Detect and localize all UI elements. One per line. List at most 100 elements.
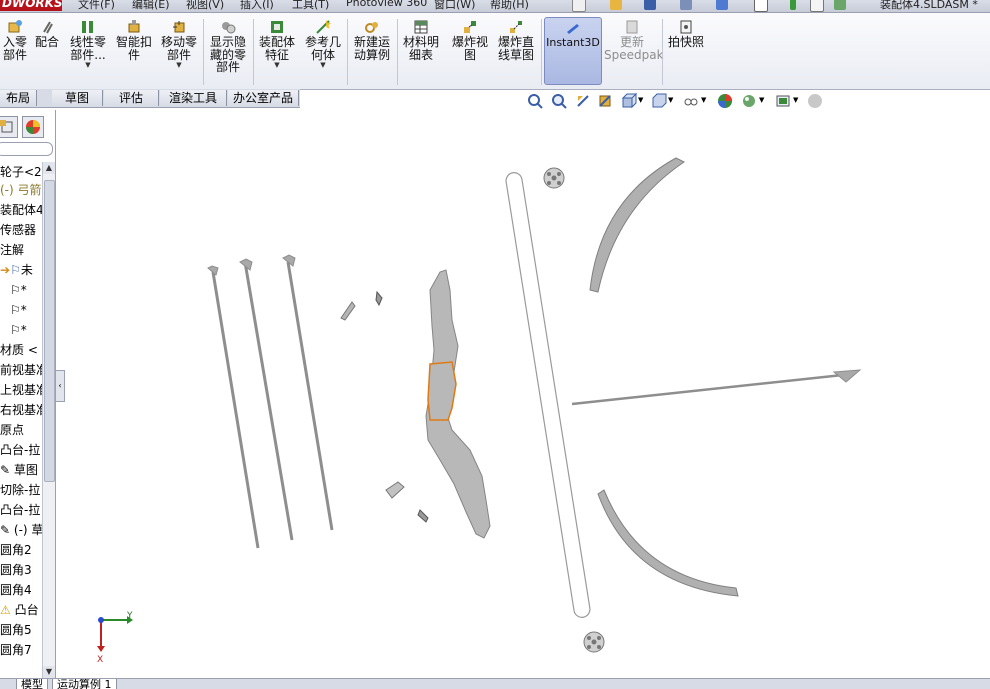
- zoom-to-fit-icon[interactable]: [527, 93, 543, 109]
- tree-item-material[interactable]: 材质 <: [0, 340, 42, 360]
- tree-scrollbar[interactable]: ▲ ▼: [42, 162, 55, 678]
- assembly-feature-button[interactable]: 装配体 特征 ▼: [256, 17, 298, 89]
- chevron-down-icon[interactable]: ▼: [701, 96, 706, 104]
- tree-item-fillet7[interactable]: 圆角7: [0, 640, 42, 660]
- tree-tab-strip: [0, 116, 55, 138]
- hide-show-items-icon[interactable]: [683, 93, 699, 109]
- menu-help[interactable]: 帮助(H): [490, 0, 529, 12]
- render-disabled-icon[interactable]: [807, 93, 823, 109]
- display-style-icon[interactable]: [651, 93, 667, 109]
- tree-item-fillet5[interactable]: 圆角5: [0, 620, 42, 640]
- cam-wheel-top: [543, 167, 565, 189]
- chevron-down-icon[interactable]: ▼: [638, 96, 643, 104]
- print-icon[interactable]: [680, 0, 692, 10]
- show-hidden-components-button[interactable]: 显示隐 藏的零 部件: [206, 17, 250, 89]
- snapshot-button[interactable]: 拍快照: [666, 17, 706, 89]
- reference-geometry-label: 参考几 何体: [304, 35, 341, 62]
- chevron-down-icon[interactable]: ▼: [302, 61, 344, 69]
- tree-item-sensors[interactable]: 传感器: [0, 220, 42, 240]
- document-title: 装配体4.SLDASM *: [880, 0, 978, 11]
- chevron-down-icon[interactable]: ▼: [759, 96, 764, 104]
- chevron-down-icon[interactable]: ▼: [668, 96, 673, 104]
- graphics-area[interactable]: Y X: [63, 110, 990, 678]
- menu-insert[interactable]: 插入(I): [240, 0, 274, 12]
- tree-item-fillet2[interactable]: 圆角2: [0, 540, 42, 560]
- edit-appearance-icon[interactable]: [717, 93, 733, 109]
- tree-item-boss-extrude1[interactable]: 凸台-拉: [0, 440, 42, 460]
- menu-tools[interactable]: 工具(T): [292, 0, 329, 12]
- configuration-manager-tab[interactable]: [0, 116, 18, 138]
- rebuild-icon[interactable]: [790, 0, 796, 10]
- bom-table-icon: [414, 20, 428, 34]
- smart-fasteners-button[interactable]: 智能扣 件: [113, 17, 155, 89]
- command-manager-ribbon: 入零 部件 配合 线性零 部件... ▼ 智能扣 件 移动零 部件 ▼ 显示隐 …: [0, 13, 990, 90]
- scroll-thumb[interactable]: [44, 180, 55, 482]
- tab-evaluate[interactable]: 评估: [104, 90, 159, 106]
- tree-item-boss-warning[interactable]: ⚠ 凸台: [0, 600, 42, 620]
- update-speedpak-button[interactable]: 更新 Speedpak: [604, 17, 664, 89]
- explode-line-icon: [510, 21, 522, 33]
- menu-window[interactable]: 窗口(W): [434, 0, 475, 12]
- tree-item-cut-extrude[interactable]: 切除-拉: [0, 480, 42, 500]
- chevron-down-icon[interactable]: ▼: [256, 61, 298, 69]
- file-properties-icon[interactable]: [810, 0, 824, 12]
- tree-item-fillet3[interactable]: 圆角3: [0, 560, 42, 580]
- tree-item-assembly4[interactable]: 装配体4: [0, 200, 42, 220]
- tree-item-right-plane[interactable]: 右视基准: [0, 400, 42, 420]
- instant3d-button[interactable]: Instant3D: [544, 17, 602, 85]
- chevron-down-icon[interactable]: ▼: [66, 61, 110, 69]
- tab-render-tools[interactable]: 渲染工具: [160, 90, 227, 106]
- tree-item-wheel[interactable]: 轮子<2:: [0, 162, 42, 182]
- tree-item-front-plane[interactable]: 前视基准: [0, 360, 42, 380]
- linear-pattern-button[interactable]: 线性零 部件... ▼: [66, 17, 110, 89]
- zoom-to-area-icon[interactable]: [551, 93, 567, 109]
- menu-edit[interactable]: 编辑(E): [132, 0, 170, 12]
- new-motion-study-label: 新建运 动算例: [353, 35, 390, 62]
- tree-item-sketch[interactable]: ✎ 草图: [0, 460, 42, 480]
- tree-item-sketch-under[interactable]: ✎ (-) 草: [0, 520, 42, 540]
- scroll-up-icon[interactable]: ▲: [43, 162, 55, 174]
- menu-file[interactable]: 文件(F): [78, 0, 115, 12]
- scroll-down-icon[interactable]: ▼: [43, 666, 55, 678]
- explode-line-sketch-button[interactable]: 爆炸直 线草图: [494, 17, 538, 89]
- insert-component-button[interactable]: 入零 部件: [0, 17, 30, 89]
- chevron-down-icon[interactable]: ▼: [793, 96, 798, 104]
- section-view-icon[interactable]: [597, 93, 613, 109]
- move-component-icon: [173, 21, 185, 33]
- apply-scene-icon[interactable]: [741, 93, 757, 109]
- chevron-down-icon[interactable]: ▼: [158, 61, 200, 69]
- view-settings-icon[interactable]: [775, 93, 791, 109]
- open-folder-icon[interactable]: [610, 0, 622, 10]
- sketch-icon: ✎: [0, 523, 11, 537]
- new-document-icon[interactable]: [572, 0, 586, 12]
- mate-button[interactable]: 配合: [32, 17, 62, 89]
- tree-item-annotation-sub[interactable]: ➔⚐未: [0, 260, 42, 280]
- options-icon[interactable]: [834, 0, 846, 10]
- tree-item-annotations[interactable]: 注解: [0, 240, 42, 260]
- tree-item-boss-extrude2[interactable]: 凸台-拉: [0, 500, 42, 520]
- tree-item-top-plane[interactable]: 上视基准: [0, 380, 42, 400]
- select-arrow-icon[interactable]: [754, 0, 768, 12]
- tree-filter-input[interactable]: [0, 142, 53, 156]
- tab-office-products[interactable]: 办公室产品: [228, 90, 299, 106]
- tab-sketch[interactable]: 草图: [52, 90, 103, 106]
- menu-photoview[interactable]: Photoview 360: [346, 0, 427, 9]
- tree-item-bow[interactable]: (-) 弓箭: [0, 180, 42, 200]
- appearance-tab[interactable]: [22, 116, 44, 138]
- new-motion-study-button[interactable]: 新建运 动算例: [350, 17, 394, 89]
- save-icon[interactable]: [644, 0, 656, 10]
- ribbon-separator: [253, 19, 254, 85]
- fastener-icon: [128, 20, 140, 33]
- exploded-view-button[interactable]: 爆炸视 图: [448, 17, 492, 89]
- reference-geometry-button[interactable]: 参考几 何体 ▼: [302, 17, 344, 89]
- tree-item-fillet4[interactable]: 圆角4: [0, 580, 42, 600]
- view-orientation-icon[interactable]: [621, 93, 637, 109]
- tab-layout[interactable]: 布局: [0, 90, 37, 106]
- exploded-bow-assembly: [207, 157, 862, 653]
- move-component-button[interactable]: 移动零 部件 ▼: [158, 17, 200, 89]
- bom-button[interactable]: 材料明 细表: [400, 17, 442, 89]
- previous-view-icon[interactable]: [575, 93, 591, 109]
- tree-item-origin[interactable]: 原点: [0, 420, 42, 440]
- undo-icon[interactable]: [716, 0, 728, 10]
- menu-view[interactable]: 视图(V): [186, 0, 224, 12]
